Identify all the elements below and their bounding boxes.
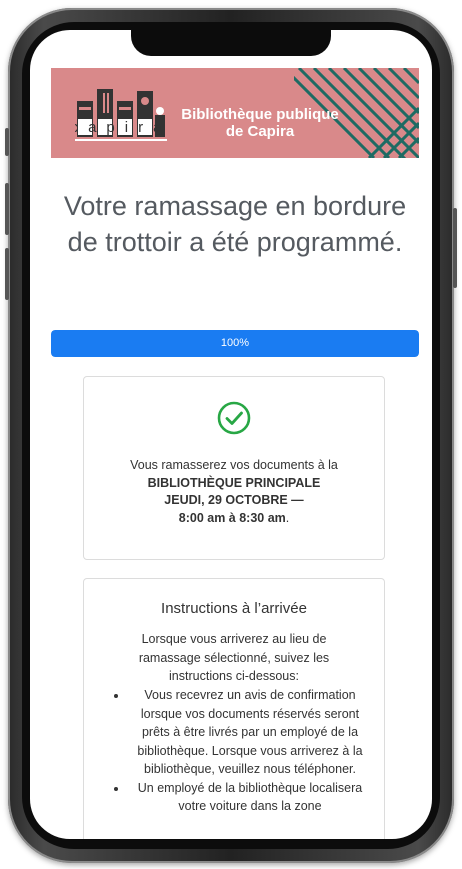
phone-volume-down-button [5,248,9,300]
phone-side-button [5,128,9,156]
pickup-time-suffix: . [285,510,290,525]
instruction-item: Vous recevrez un avis de confirmation lo… [128,686,372,779]
library-name-line1: Bibliothèque publique [181,106,339,123]
library-banner: capira Bibliothèque publique de Capira [51,68,419,158]
instructions-list: Vous recevrez un avis de confirmation lo… [104,686,372,816]
pickup-intro: Vous ramasserez vos documents à la [130,458,338,472]
page-title: Votre ramassage en bordure de trottoir a… [63,191,407,257]
progress-bar-fill: 100% [51,330,419,357]
check-circle-icon [217,401,251,435]
progress-bar: 100% [51,330,419,357]
instructions-title: Instructions à l’arrivée [161,600,307,617]
pickup-confirmation-card: Vous ramasserez vos documents à la BIBLI… [83,376,385,560]
library-logo-icon: capira [75,89,167,141]
library-name: Bibliothèque publique de Capira [175,106,345,140]
library-name-line2: de Capira [225,123,295,140]
phone-volume-up-button [5,183,9,235]
phone-notch [131,30,331,56]
phone-screen: capira Bibliothèque publique de Capira V… [30,30,432,839]
pickup-time: 8:00 am à 8:30 am [178,510,286,525]
pickup-date: JEUDI, 29 OCTOBRE — [164,493,304,507]
phone-power-button [453,208,457,288]
pickup-details: Vous ramasserez vos documents à la BIBLI… [94,457,374,527]
library-logo-text: capira [75,119,167,136]
instruction-item: Un employé de la bibliothèque localisera… [128,779,372,816]
pickup-location: BIBLIOTHÈQUE PRINCIPALE [147,475,321,490]
arrival-instructions-card: Instructions à l’arrivée Lorsque vous ar… [83,578,385,839]
instructions-intro: Lorsque vous arriverez au lieu de ramass… [138,632,330,683]
